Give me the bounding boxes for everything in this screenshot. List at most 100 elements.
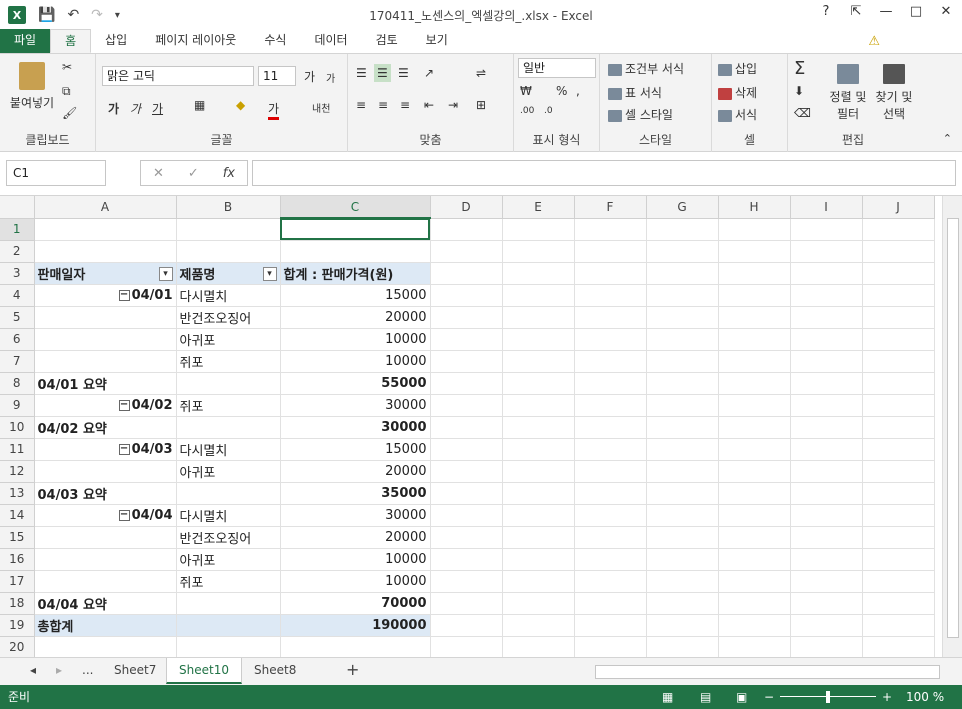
empty-cell[interactable] (718, 240, 791, 263)
row-header[interactable]: 19 (0, 614, 35, 637)
help-button[interactable]: ? (816, 4, 836, 19)
cell-c[interactable]: 10000 (280, 350, 431, 373)
scroll-thumb[interactable] (947, 218, 959, 638)
empty-cell[interactable] (862, 416, 935, 439)
cell-a[interactable] (34, 460, 177, 483)
cell-c[interactable]: 190000 (280, 614, 431, 637)
empty-cell[interactable] (790, 218, 863, 241)
empty-cell[interactable] (862, 570, 935, 593)
row-header[interactable]: 4 (0, 284, 35, 307)
cell-a[interactable] (34, 328, 177, 351)
tab-view[interactable]: 보기 (412, 29, 462, 53)
cell-c[interactable]: 55000 (280, 371, 431, 395)
empty-cell[interactable] (574, 614, 647, 637)
collapse-ribbon-icon[interactable]: ⌃ (943, 132, 952, 145)
cell-c[interactable]: 15000 (280, 284, 431, 307)
empty-cell[interactable] (718, 636, 791, 657)
row-header[interactable]: 9 (0, 394, 35, 417)
empty-cell[interactable] (862, 438, 935, 461)
empty-cell[interactable] (718, 526, 791, 549)
cell-a[interactable] (34, 218, 177, 241)
increase-indent-icon[interactable]: ⇥ (448, 98, 458, 112)
empty-cell[interactable] (430, 394, 503, 417)
empty-cell[interactable] (790, 482, 863, 505)
cell-c[interactable] (280, 218, 431, 241)
cell-b[interactable]: 다시멸치 (176, 438, 281, 461)
empty-cell[interactable] (574, 636, 647, 657)
empty-cell[interactable] (790, 416, 863, 439)
col-header[interactable]: I (790, 196, 863, 219)
row-header[interactable]: 16 (0, 548, 35, 571)
cell-b[interactable] (176, 591, 281, 615)
empty-cell[interactable] (574, 350, 647, 373)
collapse-icon[interactable]: − (118, 509, 130, 521)
empty-cell[interactable] (646, 328, 719, 351)
ribbon-display-icon[interactable]: ⇱ (846, 4, 866, 19)
cell-c[interactable]: 20000 (280, 460, 431, 483)
empty-cell[interactable] (790, 460, 863, 483)
cell-b[interactable]: 제품명 ▾ (176, 262, 281, 285)
tab-insert[interactable]: 삽입 (91, 29, 141, 53)
paste-button[interactable]: 붙여넣기 (8, 62, 56, 111)
empty-cell[interactable] (574, 548, 647, 571)
sort-filter-button[interactable]: 정렬 및 필터 (826, 64, 870, 122)
cell-b[interactable] (176, 481, 281, 505)
empty-cell[interactable] (430, 350, 503, 373)
formula-input[interactable] (252, 160, 956, 186)
cell-c[interactable] (280, 636, 431, 657)
redo-icon[interactable]: ↷ (91, 7, 103, 23)
empty-cell[interactable] (646, 460, 719, 483)
col-header[interactable]: F (574, 196, 647, 219)
empty-cell[interactable] (430, 526, 503, 549)
format-cells-button[interactable]: 서식 (718, 106, 757, 123)
tab-data[interactable]: 데이터 (300, 29, 361, 53)
empty-cell[interactable] (646, 614, 719, 637)
cell-b[interactable]: 다시멸치 (176, 504, 281, 527)
empty-cell[interactable] (718, 328, 791, 351)
find-select-button[interactable]: 찾기 및 선택 (872, 64, 916, 122)
empty-cell[interactable] (574, 504, 647, 527)
italic-button[interactable]: 가 (130, 100, 141, 117)
zoom-level[interactable]: 100 % (906, 685, 944, 709)
cell-c[interactable]: 30000 (280, 504, 431, 527)
close-button[interactable]: ✕ (936, 4, 956, 19)
empty-cell[interactable] (862, 372, 935, 395)
empty-cell[interactable] (790, 262, 863, 285)
cell-b[interactable] (176, 218, 281, 241)
row-header[interactable]: 5 (0, 306, 35, 329)
cell-c[interactable] (280, 240, 431, 263)
empty-cell[interactable] (646, 526, 719, 549)
zoom-in-button[interactable]: + (882, 685, 892, 709)
wrap-text-icon[interactable]: ⇌ (476, 66, 486, 80)
cut-icon[interactable]: ✂ (62, 60, 72, 74)
empty-cell[interactable] (718, 262, 791, 285)
empty-cell[interactable] (862, 218, 935, 241)
empty-cell[interactable] (430, 240, 503, 263)
empty-cell[interactable] (862, 350, 935, 373)
more-sheets-button[interactable]: ... (70, 658, 105, 684)
empty-cell[interactable] (646, 372, 719, 395)
collapse-icon[interactable]: − (118, 289, 130, 301)
empty-cell[interactable] (430, 306, 503, 329)
empty-cell[interactable] (430, 460, 503, 483)
empty-cell[interactable] (430, 438, 503, 461)
empty-cell[interactable] (574, 372, 647, 395)
cell-b[interactable]: 아귀포 (176, 328, 281, 351)
format-table-button[interactable]: 표 서식 (608, 84, 662, 101)
font-color-button[interactable]: 가 (268, 100, 280, 120)
cell-a[interactable]: 04/02 요약 (34, 415, 177, 439)
empty-cell[interactable] (430, 548, 503, 571)
empty-cell[interactable] (574, 416, 647, 439)
empty-cell[interactable] (790, 240, 863, 263)
increase-decimal-icon[interactable]: .00 (520, 106, 534, 116)
font-name-dropdown[interactable]: 맑은 고딕 (102, 66, 254, 86)
empty-cell[interactable] (430, 570, 503, 593)
cell-a[interactable]: 판매일자 ▾ (34, 262, 177, 285)
warning-icon[interactable]: ⚠ (868, 34, 880, 49)
empty-cell[interactable] (646, 262, 719, 285)
cell-c[interactable]: 30000 (280, 415, 431, 439)
empty-cell[interactable] (574, 262, 647, 285)
empty-cell[interactable] (574, 328, 647, 351)
empty-cell[interactable] (790, 504, 863, 527)
empty-cell[interactable] (862, 548, 935, 571)
